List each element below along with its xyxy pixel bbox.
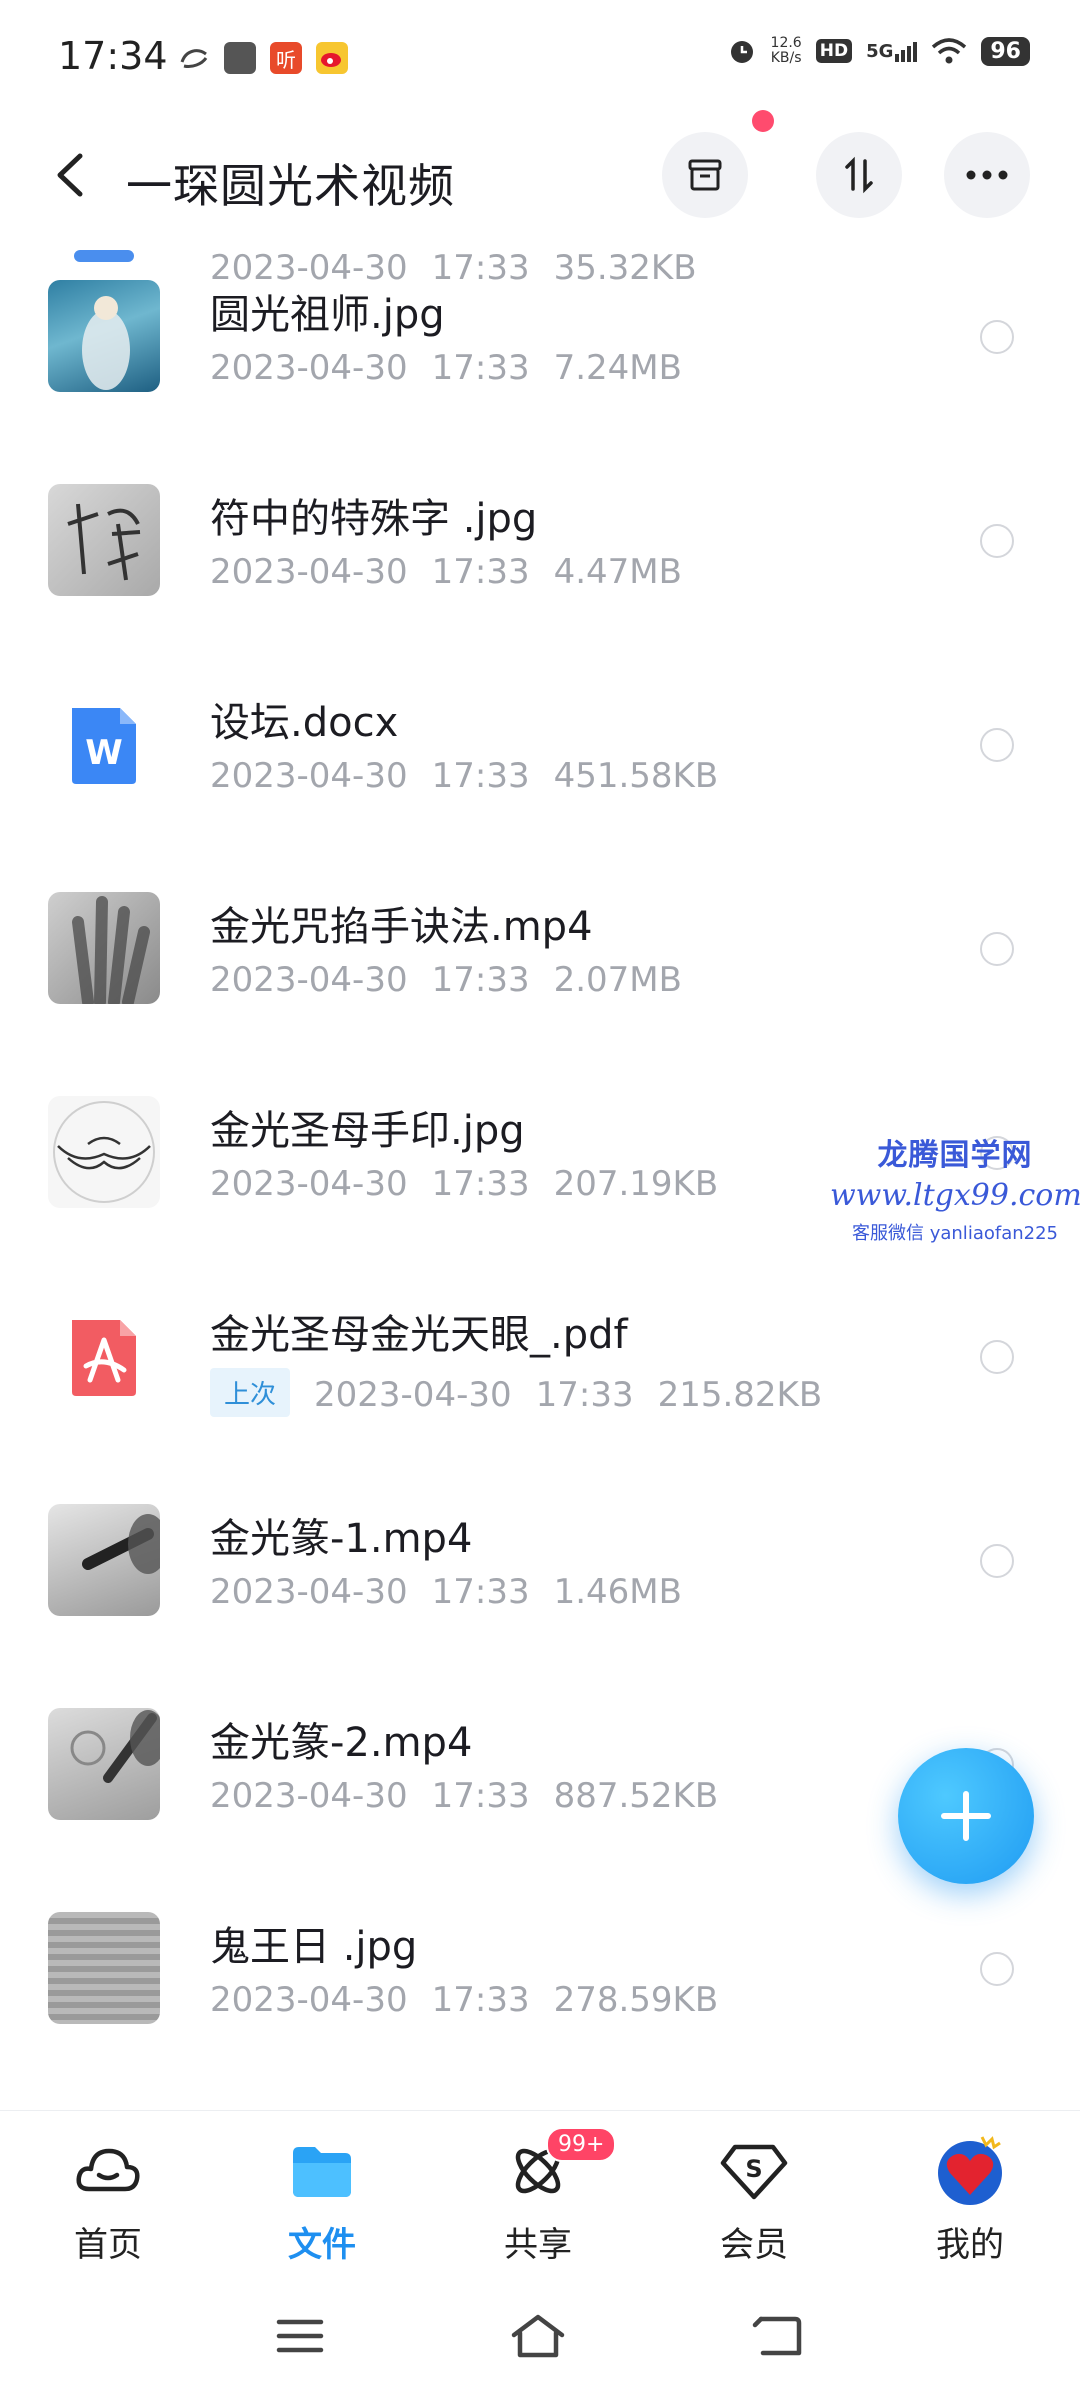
svg-text:W: W	[85, 733, 123, 773]
select-checkbox[interactable]	[980, 524, 1014, 558]
back-nav-button[interactable]	[748, 2308, 808, 2364]
vip-diamond-icon: S	[674, 2131, 834, 2211]
file-name: 鬼王日 .jpg	[210, 1924, 418, 1970]
file-name: 金光圣母手印.jpg	[210, 1108, 525, 1154]
archive-icon	[688, 159, 722, 191]
bottom-nav: 首页 文件 99+ 共享 S 会员 我的	[0, 2110, 1080, 2281]
notification-icons: 听	[178, 42, 348, 74]
weibo-icon	[316, 42, 348, 74]
avatar-heart-icon	[890, 2131, 1050, 2211]
status-bar: 17:34 听 12.6 KB/s HD 5G 96	[0, 0, 1080, 110]
home-icon	[511, 2314, 565, 2358]
app-icon	[224, 42, 256, 74]
net-speed: 12.6 KB/s	[770, 35, 802, 66]
system-nav-bar	[0, 2280, 1080, 2400]
file-name: 金光咒掐手诀法.mp4	[210, 904, 593, 950]
file-thumbnail	[48, 1504, 160, 1616]
folder-icon	[242, 2131, 402, 2211]
file-row[interactable]: 金光咒掐手诀法.mp4 2023-04-30 17:33 2.07MB	[0, 852, 1080, 1056]
file-thumbnail	[48, 484, 160, 596]
wifi-icon	[932, 38, 967, 64]
chevron-left-icon	[57, 153, 83, 197]
nav-files[interactable]: 文件	[242, 2131, 402, 2266]
watermark-title: 龙腾国学网	[877, 1138, 1033, 1173]
select-checkbox[interactable]	[980, 320, 1014, 354]
battery-indicator: 96	[981, 36, 1030, 66]
notification-dot	[752, 110, 774, 132]
ting-icon: 听	[270, 42, 302, 74]
menu-icon	[276, 2319, 324, 2353]
file-thumbnail	[48, 1096, 160, 1208]
status-time: 17:34	[58, 34, 168, 78]
app-header: 一琛圆光术视频	[0, 110, 1080, 240]
file-name: 圆光祖师.jpg	[210, 292, 445, 338]
nav-share[interactable]: 99+ 共享	[458, 2127, 618, 2266]
file-name: 金光篆-2.mp4	[210, 1720, 473, 1766]
sync-icon	[178, 42, 210, 74]
file-thumbnail	[48, 280, 160, 392]
file-row[interactable]: 符中的特殊字 .jpg 2023-04-30 17:33 4.47MB	[0, 444, 1080, 648]
select-checkbox[interactable]	[980, 1544, 1014, 1578]
file-row[interactable]: 鬼王日 .jpg 2023-04-30 17:33 278.59KB	[0, 1872, 1080, 2076]
select-checkbox[interactable]	[980, 1340, 1014, 1374]
share-atom-icon: 99+	[458, 2127, 618, 2211]
plus-icon	[941, 1791, 991, 1841]
cloud-icon	[28, 2131, 188, 2211]
file-thumbnail	[48, 1912, 160, 2024]
file-meta: 上次 2023-04-30 17:33 215.82KB	[210, 1368, 846, 1417]
select-checkbox[interactable]	[980, 1952, 1014, 1986]
sort-button[interactable]	[816, 132, 902, 218]
file-row[interactable]: 金光圣母金光天眼_.pdf 上次 2023-04-30 17:33 215.82KB	[0, 1260, 1080, 1464]
nav-home[interactable]: 首页	[28, 2131, 188, 2266]
file-name: 金光篆-1.mp4	[210, 1516, 473, 1562]
file-row[interactable]: W 设坛.docx 2023-04-30 17:33 451.58KB	[0, 648, 1080, 852]
back-button[interactable]	[46, 148, 96, 202]
select-checkbox[interactable]	[980, 728, 1014, 762]
file-meta: 2023-04-30 17:33 887.52KB	[210, 1776, 719, 1816]
home-button[interactable]	[508, 2308, 568, 2364]
pdf-icon	[48, 1300, 160, 1412]
alarm-icon	[730, 41, 753, 63]
select-checkbox[interactable]	[980, 932, 1014, 966]
page-title: 一琛圆光术视频	[126, 159, 455, 213]
file-meta: 2023-04-30 17:33 7.24MB	[210, 348, 682, 388]
signal-5g-icon: 5G	[866, 41, 918, 62]
status-indicators: 12.6 KB/s HD 5G 96	[727, 36, 1030, 66]
share-count-badge: 99+	[546, 2127, 617, 2162]
file-meta: 2023-04-30 17:33 4.47MB	[210, 552, 682, 592]
file-meta: 2023-04-30 17:33 451.58KB	[210, 756, 719, 796]
file-row[interactable]: 金光篆-1.mp4 2023-04-30 17:33 1.46MB	[0, 1464, 1080, 1668]
add-button[interactable]	[898, 1748, 1034, 1884]
menu-button[interactable]	[270, 2308, 330, 2364]
watermark: 龙腾国学网 www.ltgx99.com 客服微信 yanliaofan225	[830, 1130, 1080, 1245]
watermark-contact: 客服微信 yanliaofan225	[852, 1223, 1058, 1244]
svg-text:S: S	[745, 2155, 762, 2183]
file-meta: 2023-04-30 17:33 278.59KB	[210, 1980, 719, 2020]
file-thumbnail	[48, 892, 160, 1004]
hd-badge: HD	[815, 39, 853, 63]
file-row[interactable]: 圆光祖师.jpg 2023-04-30 17:33 7.24MB	[0, 240, 1080, 444]
archive-button[interactable]	[662, 132, 748, 218]
watermark-url: www.ltgx99.com	[830, 1178, 1080, 1213]
file-meta: 2023-04-30 17:33 207.19KB	[210, 1164, 719, 1204]
file-name: 设坛.docx	[210, 700, 399, 746]
file-meta: 2023-04-30 17:33 1.46MB	[210, 1572, 682, 1612]
nav-vip[interactable]: S 会员	[674, 2131, 834, 2266]
last-opened-badge: 上次	[210, 1368, 291, 1417]
sort-icon	[845, 156, 873, 194]
more-button[interactable]	[944, 132, 1030, 218]
file-name: 符中的特殊字 .jpg	[210, 496, 538, 542]
file-meta: 2023-04-30 17:33 2.07MB	[210, 960, 682, 1000]
file-thumbnail	[48, 1708, 160, 1820]
nav-profile[interactable]: 我的	[890, 2131, 1050, 2266]
return-icon	[752, 2316, 802, 2356]
more-dots-icon	[966, 170, 1008, 180]
word-doc-icon: W	[48, 688, 160, 800]
file-name: 金光圣母金光天眼_.pdf	[210, 1312, 628, 1358]
